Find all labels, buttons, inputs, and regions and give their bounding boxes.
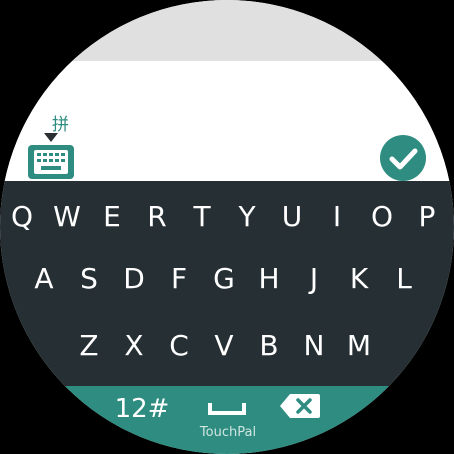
key-w[interactable]: W [45, 195, 89, 239]
key-t[interactable]: T [180, 195, 224, 239]
key-z[interactable]: Z [67, 324, 111, 368]
input-mode-label: 拼 [52, 115, 69, 135]
key-s[interactable]: S [67, 257, 111, 301]
check-icon [389, 148, 418, 170]
key-r[interactable]: R [135, 195, 179, 239]
key-f[interactable]: F [157, 257, 201, 301]
keyboard-icon [34, 150, 68, 174]
key-b[interactable]: B [247, 324, 291, 368]
watch-screen: 拼 Q W E R T Y U I O P A S D F G H J K L … [0, 0, 454, 454]
key-i[interactable]: I [315, 195, 359, 239]
key-x[interactable]: X [112, 324, 156, 368]
key-v[interactable]: V [202, 324, 246, 368]
symbols-key[interactable]: 12# [110, 392, 174, 426]
key-c[interactable]: C [157, 324, 201, 368]
key-a[interactable]: A [22, 257, 66, 301]
key-p[interactable]: P [405, 195, 449, 239]
keyboard-switch-button[interactable] [28, 145, 74, 179]
done-button[interactable] [380, 135, 426, 181]
key-g[interactable]: G [202, 257, 246, 301]
key-d[interactable]: D [112, 257, 156, 301]
backspace-icon [280, 394, 320, 418]
key-y[interactable]: Y [225, 195, 269, 239]
key-u[interactable]: U [270, 195, 314, 239]
key-l[interactable]: L [382, 257, 426, 301]
key-n[interactable]: N [292, 324, 336, 368]
key-j[interactable]: J [292, 257, 336, 301]
key-m[interactable]: M [337, 324, 381, 368]
key-e[interactable]: E [90, 195, 134, 239]
key-o[interactable]: O [360, 195, 404, 239]
key-q[interactable]: Q [0, 195, 44, 239]
input-mode-arrow-icon [44, 133, 58, 142]
space-bar-icon [208, 403, 246, 415]
top-bar [0, 0, 454, 61]
delete-key[interactable] [278, 391, 322, 421]
key-h[interactable]: H [247, 257, 291, 301]
keyboard: Q W E R T Y U I O P A S D F G H J K L Z … [0, 181, 454, 386]
key-k[interactable]: K [337, 257, 381, 301]
brand-label: TouchPal [199, 425, 257, 440]
space-key[interactable] [196, 395, 258, 421]
